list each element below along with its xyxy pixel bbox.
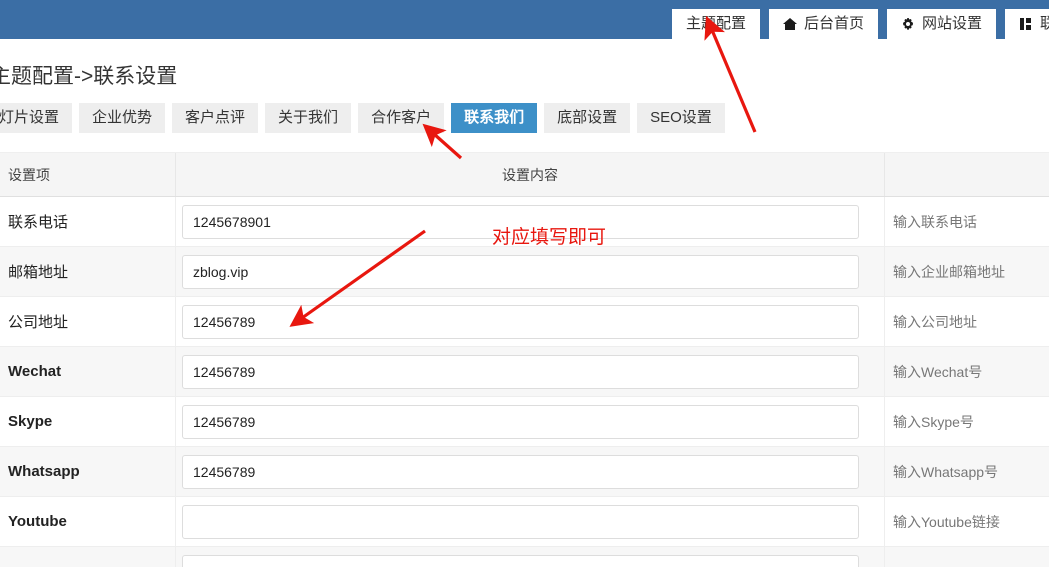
- nav-tab-site-settings[interactable]: 网站设置: [887, 9, 997, 39]
- row-hint-cell: 输入Youtube链接: [885, 497, 1049, 547]
- row-label-cell: 邮箱地址: [0, 247, 175, 297]
- top-navbar: 主题配置 后台首页 网站设置 联系设: [0, 0, 1049, 39]
- row-label: Youtube: [8, 513, 67, 530]
- table-row: [0, 547, 1049, 567]
- table-row: Skype 输入Skype号: [0, 396, 1049, 447]
- row-hint-cell: 输入Skype号: [885, 397, 1049, 447]
- row-label-cell: Whatsapp: [0, 447, 175, 497]
- nav-tab-label: 网站设置: [922, 15, 983, 32]
- table-header-row: 设置项 设置内容: [0, 152, 1049, 197]
- row-label: Whatsapp: [8, 463, 80, 480]
- row-label-cell: Youtube: [0, 497, 175, 547]
- table-row: Wechat 输入Wechat号: [0, 346, 1049, 397]
- row-hint-cell: 输入联系电话: [885, 197, 1049, 247]
- whatsapp-input[interactable]: [182, 454, 859, 489]
- row-hint: 输入Skype号: [893, 413, 974, 430]
- nav-tab-admin-home[interactable]: 后台首页: [769, 9, 879, 39]
- table-row: Youtube 输入Youtube链接: [0, 496, 1049, 547]
- youtube-input[interactable]: [182, 504, 859, 539]
- row-hint: 输入公司地址: [893, 313, 977, 330]
- table-row: 公司地址 输入公司地址: [0, 296, 1049, 347]
- subtab-partners[interactable]: 合作客户: [358, 103, 445, 133]
- row-hint: 输入企业邮箱地址: [893, 263, 1005, 280]
- row-input-cell: [175, 547, 885, 567]
- row-label: 邮箱地址: [8, 264, 69, 281]
- row-hint: 输入Wechat号: [893, 363, 983, 380]
- top-nav-tab-list: 主题配置 后台首页 网站设置 联系设: [672, 9, 1049, 39]
- gear-icon: [901, 17, 915, 31]
- email-address-input[interactable]: [182, 254, 859, 289]
- row-hint: 输入Whatsapp号: [893, 463, 999, 480]
- next-setting-input[interactable]: [182, 554, 859, 567]
- nav-tab-label: 联系设: [1040, 15, 1049, 32]
- row-hint: 输入Youtube链接: [893, 513, 1000, 530]
- annotation-note: 对应填写即可: [492, 227, 607, 248]
- row-label: Wechat: [8, 363, 62, 380]
- row-hint: 输入联系电话: [893, 213, 977, 230]
- row-input-cell: [175, 496, 885, 547]
- row-input-cell: [175, 346, 885, 397]
- row-label: 公司地址: [8, 314, 69, 331]
- row-hint-cell: 输入公司地址: [885, 297, 1049, 347]
- subtab-customer-reviews[interactable]: 客户点评: [172, 103, 259, 133]
- nav-tab-contact[interactable]: 联系设: [1005, 9, 1049, 39]
- row-input-cell: [175, 396, 885, 447]
- subtab-slide-settings[interactable]: 灯片设置: [0, 103, 73, 133]
- nav-tab-theme-config[interactable]: 主题配置: [672, 9, 761, 39]
- company-address-input[interactable]: [182, 304, 859, 339]
- row-label-cell: Wechat: [0, 347, 175, 397]
- column-header-setting-item: 设置项: [8, 166, 50, 183]
- subtab-company-advantage[interactable]: 企业优势: [79, 103, 166, 133]
- subtab-about-us[interactable]: 关于我们: [265, 103, 352, 133]
- row-hint-cell: 输入Wechat号: [885, 347, 1049, 397]
- row-label-cell: 联系电话: [0, 197, 175, 247]
- columns-icon: [1019, 17, 1033, 31]
- subtab-seo-settings[interactable]: SEO设置: [637, 103, 725, 133]
- row-hint-cell: [885, 547, 1049, 567]
- screen-root: 主题配置 后台首页 网站设置 联系设 主题配置->联系设置 灯片设置 企业优势 …: [0, 0, 1049, 567]
- row-label-cell: 公司地址: [0, 297, 175, 347]
- nav-tab-label: 后台首页: [804, 15, 865, 32]
- nav-tab-label: 主题配置: [686, 15, 747, 32]
- row-label: 联系电话: [8, 214, 69, 231]
- row-hint-cell: 输入企业邮箱地址: [885, 247, 1049, 297]
- home-icon: [783, 17, 798, 31]
- row-input-cell: [175, 246, 885, 297]
- subtab-contact-us[interactable]: 联系我们: [451, 103, 538, 133]
- wechat-input[interactable]: [182, 354, 859, 389]
- subtab-footer-settings[interactable]: 底部设置: [544, 103, 631, 133]
- column-header-hint: [885, 153, 1049, 196]
- row-label-cell: Skype: [0, 397, 175, 447]
- column-header-setting-content: 设置内容: [175, 153, 885, 196]
- subtab-list: 灯片设置 企业优势 客户点评 关于我们 合作客户 联系我们 底部设置 SEO设置: [0, 103, 725, 133]
- row-label: Skype: [8, 413, 53, 430]
- row-input-cell: [175, 296, 885, 347]
- settings-table: 设置项 设置内容 联系电话 输入联系电话 邮箱地址 输入: [0, 152, 1049, 567]
- row-input-cell: [175, 446, 885, 497]
- row-hint-cell: 输入Whatsapp号: [885, 447, 1049, 497]
- row-label-cell: [0, 547, 175, 567]
- table-row: Whatsapp 输入Whatsapp号: [0, 446, 1049, 497]
- skype-input[interactable]: [182, 404, 859, 439]
- table-row: 邮箱地址 输入企业邮箱地址: [0, 246, 1049, 297]
- page-title: 主题配置->联系设置: [0, 65, 178, 88]
